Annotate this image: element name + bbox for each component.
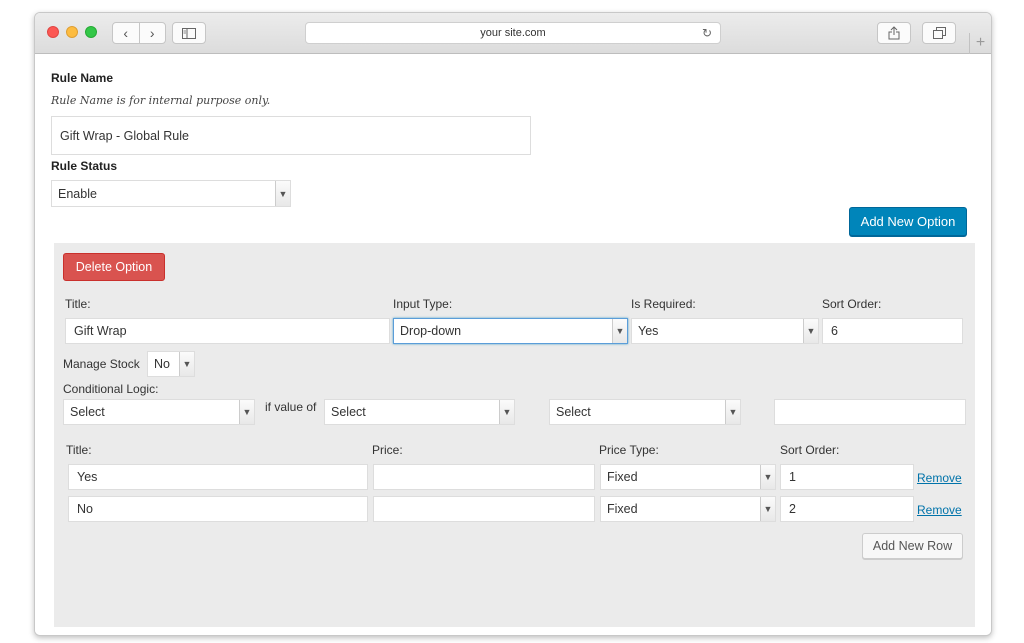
rule-name-hint: Rule Name is for internal purpose only.: [51, 94, 271, 107]
chevron-down-icon: ▼: [499, 400, 514, 424]
forward-arrow-icon[interactable]: ›: [140, 23, 166, 43]
conditional-source-select[interactable]: Select ▼: [324, 399, 515, 425]
close-window-button[interactable]: [47, 26, 59, 38]
row-title-input[interactable]: No: [68, 496, 368, 522]
row-sort-order-header: Sort Order:: [780, 443, 840, 457]
row-title-value: No: [77, 502, 93, 516]
row-price-header: Price:: [372, 443, 403, 457]
new-tab-plus-icon[interactable]: +: [969, 33, 991, 54]
share-button[interactable]: [877, 22, 911, 44]
tabs-icon: [932, 27, 946, 39]
reload-icon[interactable]: ↻: [702, 23, 712, 43]
conditional-value-input[interactable]: [774, 399, 966, 425]
conditional-source-value: Select: [331, 405, 366, 419]
rule-name-label: Rule Name: [51, 71, 114, 85]
rule-status-label: Rule Status: [51, 159, 118, 173]
chevron-down-icon: ▼: [803, 319, 818, 343]
option-title-value: Gift Wrap: [74, 324, 127, 338]
option-sort-order-input[interactable]: 6: [822, 318, 963, 344]
row-price-type-select[interactable]: Fixed ▼: [600, 464, 776, 490]
option-panel: Delete Option Title: Gift Wrap Input Typ…: [54, 243, 975, 627]
rule-status-select[interactable]: Enable ▼: [51, 180, 291, 207]
rule-name-value: Gift Wrap - Global Rule: [60, 128, 189, 143]
row-title-header: Title:: [66, 443, 92, 457]
input-type-label: Input Type:: [393, 297, 453, 311]
address-bar[interactable]: your site.com ↻: [305, 22, 721, 44]
remove-row-link[interactable]: Remove: [917, 471, 962, 485]
row-price-type-select[interactable]: Fixed ▼: [600, 496, 776, 522]
manage-stock-label: Manage Stock: [63, 357, 140, 371]
add-new-option-button[interactable]: Add New Option: [849, 207, 967, 236]
row-price-input[interactable]: [373, 464, 595, 490]
delete-option-button[interactable]: Delete Option: [63, 253, 165, 281]
option-sort-order-label: Sort Order:: [822, 297, 882, 311]
is-required-value: Yes: [638, 324, 659, 338]
is-required-select[interactable]: Yes ▼: [631, 318, 819, 344]
option-title-label: Title:: [65, 297, 91, 311]
manage-stock-select[interactable]: No ▼: [147, 351, 195, 377]
sidebar-toggle-button[interactable]: [172, 22, 206, 44]
row-sort-order-input[interactable]: 1: [780, 464, 914, 490]
page-content: Rule Name Rule Name is for internal purp…: [35, 55, 991, 635]
minimize-window-button[interactable]: [66, 26, 78, 38]
row-price-type-value: Fixed: [607, 502, 638, 516]
if-value-of-label: if value of: [265, 400, 317, 414]
option-title-input[interactable]: Gift Wrap: [65, 318, 390, 344]
row-title-value: Yes: [77, 470, 98, 484]
row-price-type-value: Fixed: [607, 470, 638, 484]
row-price-type-header: Price Type:: [599, 443, 659, 457]
share-icon: [888, 26, 900, 40]
chevron-down-icon: ▼: [239, 400, 254, 424]
conditional-field-value: Select: [70, 405, 105, 419]
sidebar-icon: [182, 27, 196, 39]
zoom-window-button[interactable]: [85, 26, 97, 38]
conditional-field-select[interactable]: Select ▼: [63, 399, 255, 425]
conditional-operator-select[interactable]: Select ▼: [549, 399, 741, 425]
history-nav-group: ‹ ›: [112, 22, 166, 44]
row-sort-order-value: 1: [789, 470, 796, 484]
option-sort-order-value: 6: [831, 324, 838, 338]
manage-stock-value: No: [154, 357, 170, 371]
row-title-input[interactable]: Yes: [68, 464, 368, 490]
chevron-down-icon: ▼: [760, 465, 775, 489]
chevron-down-icon: ▼: [275, 181, 290, 206]
is-required-label: Is Required:: [631, 297, 696, 311]
rule-status-value: Enable: [58, 186, 97, 201]
chevron-down-icon: ▼: [612, 319, 627, 343]
address-text: your site.com: [480, 27, 546, 39]
browser-toolbar: ‹ › your site.com ↻ +: [35, 13, 991, 54]
conditional-operator-value: Select: [556, 405, 591, 419]
input-type-value: Drop-down: [400, 324, 462, 338]
conditional-logic-label: Conditional Logic:: [63, 382, 159, 396]
chevron-down-icon: ▼: [179, 352, 194, 376]
chevron-down-icon: ▼: [725, 400, 740, 424]
tab-overview-button[interactable]: [922, 22, 956, 44]
row-price-input[interactable]: [373, 496, 595, 522]
add-new-row-button[interactable]: Add New Row: [862, 533, 963, 559]
remove-row-link[interactable]: Remove: [917, 503, 962, 517]
input-type-select[interactable]: Drop-down ▼: [393, 318, 628, 344]
row-sort-order-input[interactable]: 2: [780, 496, 914, 522]
back-arrow-icon[interactable]: ‹: [113, 23, 140, 43]
chevron-down-icon: ▼: [760, 497, 775, 521]
browser-window: ‹ › your site.com ↻ + Rule Name Rule Nam…: [34, 12, 992, 636]
rule-name-input[interactable]: Gift Wrap - Global Rule: [51, 116, 531, 155]
row-sort-order-value: 2: [789, 502, 796, 516]
